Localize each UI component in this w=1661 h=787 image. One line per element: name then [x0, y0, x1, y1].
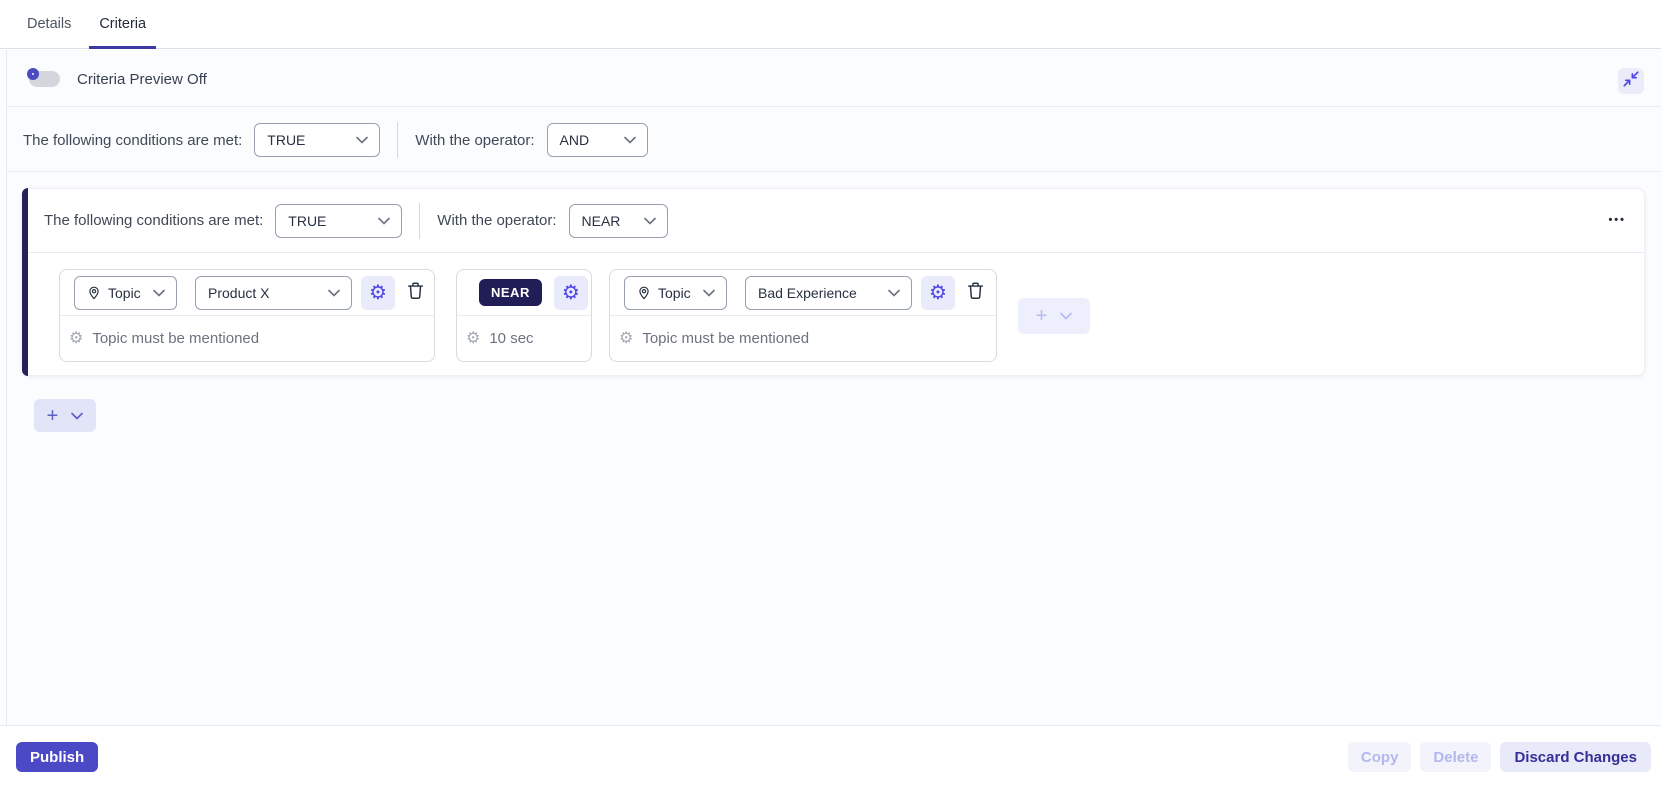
topic-pin-icon: [637, 286, 651, 300]
note-text: Topic must be mentioned: [92, 330, 260, 347]
conditions-met-label: The following conditions are met:: [44, 212, 264, 229]
select-value: TRUE: [288, 212, 327, 229]
chevron-down-icon: [71, 412, 84, 420]
tab-criteria[interactable]: Criteria: [85, 0, 160, 49]
root-condition-row: The following conditions are met: TRUE W…: [23, 115, 648, 165]
near-settings-button[interactable]: ⚙: [553, 275, 588, 310]
plus-icon: +: [46, 404, 59, 427]
chevron-down-icon: [328, 289, 340, 297]
delete-condition-button[interactable]: [961, 276, 989, 310]
condition-type-select[interactable]: Topic: [74, 275, 177, 310]
add-condition-inline-button[interactable]: +: [1018, 297, 1090, 334]
chevron-down-icon: [378, 217, 391, 225]
near-operator-card: NEAR ⚙ ⚙ 10 sec: [456, 269, 592, 362]
condition-value-select[interactable]: Bad Experience: [745, 275, 912, 310]
footer-action-bar: Publish Copy Delete Discard Changes: [0, 725, 1661, 787]
vertical-divider: [397, 122, 399, 158]
chevron-down-icon: [153, 289, 165, 297]
tab-bar: Details Criteria: [0, 0, 1661, 49]
collapse-button[interactable]: [1618, 68, 1644, 94]
chevron-down-icon: [703, 289, 715, 297]
condition-note: ⚙ Topic must be mentioned: [610, 316, 996, 361]
chevron-down-icon: [1060, 312, 1073, 320]
conditions-met-label: The following conditions are met:: [23, 131, 243, 149]
topic-pin-icon: [87, 286, 101, 300]
criteria-editor: Details Criteria Criteria Preview Off Th…: [0, 0, 1661, 787]
separator: [7, 106, 1661, 107]
card-controls: NEAR ⚙: [457, 270, 591, 315]
condition-card-product-x: Topic Product X ⚙ ⚙ Topic must be mentio…: [59, 269, 435, 362]
delete-condition-button[interactable]: [401, 276, 429, 310]
card-controls: Topic Bad Experience ⚙: [610, 270, 996, 315]
preview-toggle-row: Criteria Preview Off: [27, 63, 207, 95]
gear-icon: ⚙: [619, 329, 634, 347]
criteria-panel: Criteria Preview Off The following condi…: [0, 50, 1661, 725]
condition-note: ⚙ Topic must be mentioned: [60, 316, 434, 361]
group-menu-button[interactable]: •••: [1608, 215, 1626, 226]
plus-icon: +: [1035, 304, 1048, 327]
separator: [7, 171, 1661, 172]
toggle-knob: [27, 68, 39, 80]
gear-icon: ⚙: [929, 281, 947, 304]
copy-button[interactable]: Copy: [1347, 742, 1412, 772]
gear-icon: ⚙: [369, 281, 387, 304]
condition-value-select[interactable]: Product X: [195, 275, 352, 310]
select-value: Topic: [108, 284, 141, 301]
operator-label: With the operator:: [437, 212, 557, 229]
select-value: NEAR: [581, 212, 621, 229]
select-value: Bad Experience: [758, 284, 857, 301]
add-condition-button[interactable]: +: [34, 399, 96, 432]
condition-settings-button[interactable]: ⚙: [361, 275, 395, 310]
card-controls: Topic Product X ⚙: [60, 270, 434, 315]
collapse-icon: [1622, 70, 1640, 93]
condition-card-bad-experience: Topic Bad Experience ⚙ ⚙ Topic must be m…: [609, 269, 997, 362]
gear-icon: ⚙: [561, 281, 580, 304]
group-operator-select[interactable]: NEAR: [568, 203, 668, 238]
tab-details[interactable]: Details: [13, 0, 85, 49]
note-text: Topic must be mentioned: [642, 330, 810, 347]
operator-label: With the operator:: [415, 131, 535, 149]
panel-left-border: [6, 50, 7, 725]
group-accent-bar: [22, 188, 28, 376]
delete-button[interactable]: Delete: [1420, 742, 1492, 772]
conditions-met-select[interactable]: TRUE: [254, 123, 381, 157]
conditions-cards-row: Topic Product X ⚙ ⚙ Topic must be mentio…: [59, 269, 1090, 362]
vertical-divider: [419, 202, 421, 239]
select-value: Topic: [658, 284, 691, 301]
condition-type-select[interactable]: Topic: [624, 275, 727, 310]
select-value: Product X: [208, 284, 270, 301]
condition-group: The following conditions are met: TRUE W…: [22, 188, 1645, 376]
gear-icon: ⚙: [466, 329, 481, 347]
footer-right-actions: Copy Delete Discard Changes: [1347, 742, 1651, 772]
trash-icon: [966, 281, 985, 304]
group-header-row: The following conditions are met: TRUE W…: [44, 189, 1626, 252]
discard-changes-button[interactable]: Discard Changes: [1500, 742, 1651, 772]
operator-select[interactable]: AND: [546, 123, 648, 157]
chevron-down-icon: [623, 136, 636, 144]
publish-button[interactable]: Publish: [16, 742, 99, 772]
near-note: ⚙ 10 sec: [457, 316, 591, 361]
chevron-down-icon: [643, 217, 656, 225]
group-conditions-met-select[interactable]: TRUE: [275, 203, 403, 238]
toggle-label: Criteria Preview Off: [77, 70, 207, 88]
chevron-down-icon: [888, 289, 900, 297]
near-operator-badge: NEAR: [479, 279, 542, 306]
condition-settings-button[interactable]: ⚙: [921, 275, 955, 310]
criteria-preview-toggle[interactable]: [27, 68, 60, 87]
chevron-down-icon: [356, 136, 369, 144]
group-divider: [29, 252, 1644, 253]
trash-icon: [406, 281, 425, 304]
select-value: TRUE: [267, 132, 306, 148]
select-value: AND: [559, 132, 590, 148]
note-text: 10 sec: [489, 330, 534, 347]
gear-icon: ⚙: [69, 329, 84, 347]
